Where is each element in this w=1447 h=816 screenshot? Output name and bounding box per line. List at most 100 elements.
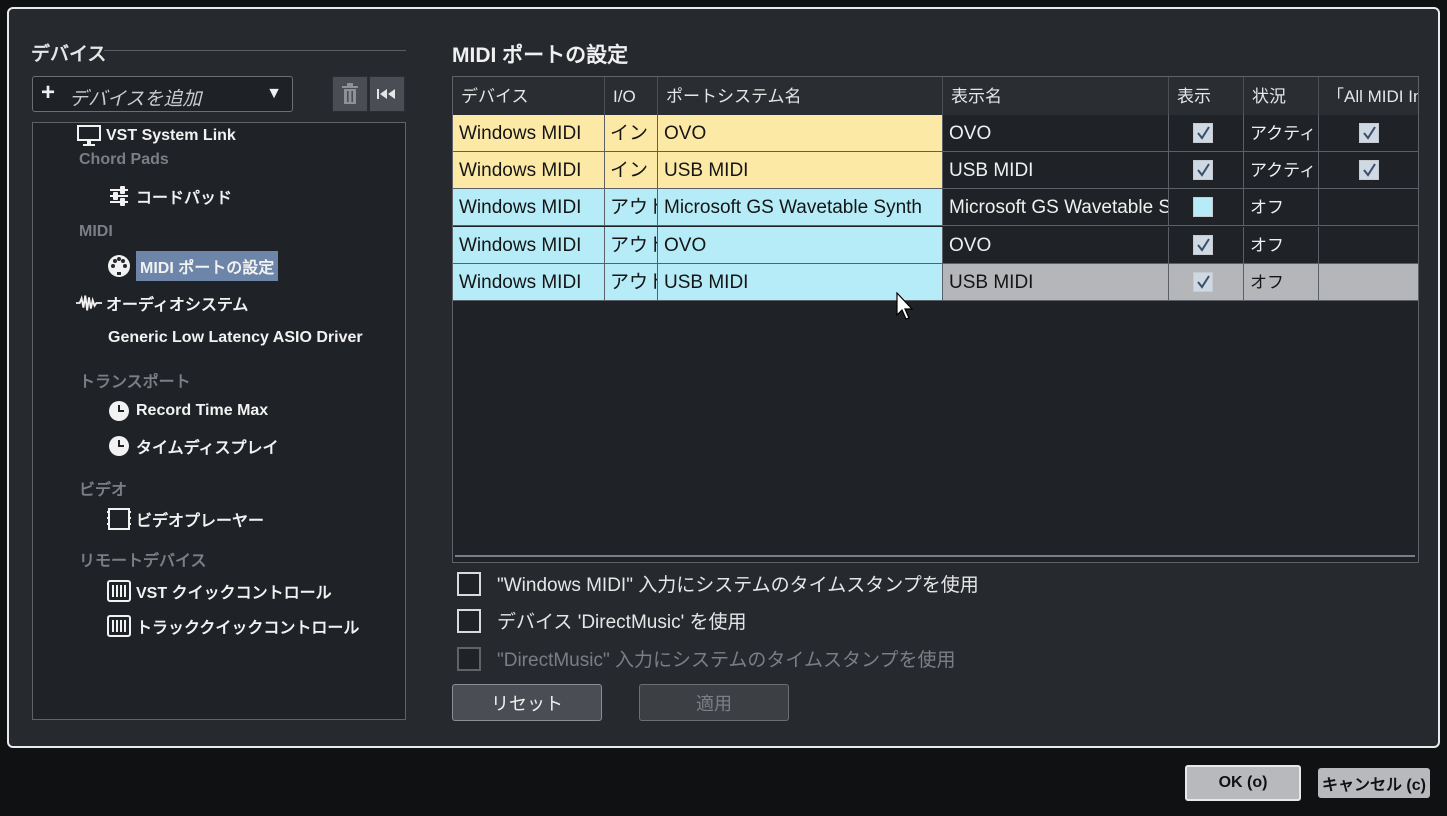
tree-item-label: VST クイックコントロール bbox=[136, 585, 332, 602]
dropdown-arrow-icon: ▼ bbox=[266, 85, 282, 102]
tree-item-label: Generic Low Latency ASIO Driver bbox=[108, 329, 363, 346]
delete-device-button[interactable] bbox=[332, 76, 368, 112]
rewind-icon bbox=[377, 89, 395, 99]
cell-visible bbox=[1169, 189, 1244, 226]
cell-all-midi bbox=[1319, 115, 1418, 152]
add-device-dropdown[interactable]: + デバイスを追加 ▼ bbox=[32, 76, 293, 112]
tree-item-label: トラッククイックコントロール bbox=[136, 620, 360, 637]
ok-button[interactable]: OK (o) bbox=[1185, 765, 1301, 801]
cell-port[interactable]: OVO bbox=[658, 115, 943, 152]
waveform-icon bbox=[76, 291, 102, 315]
option-checkbox[interactable] bbox=[457, 571, 481, 596]
preferences-dialog: デバイス + デバイスを追加 ▼ Chord Pads コードパッド MIDI MID… bbox=[7, 7, 1440, 748]
visible-checkbox[interactable] bbox=[1193, 272, 1213, 292]
cell-status: アクティブ bbox=[1244, 152, 1319, 189]
cell-io[interactable]: イン bbox=[605, 152, 658, 189]
column-header[interactable]: 状況 bbox=[1244, 77, 1319, 115]
cell-display[interactable]: USB MIDI bbox=[943, 152, 1169, 189]
tree-category: ビデオ bbox=[79, 482, 128, 499]
cell-visible bbox=[1169, 264, 1244, 301]
cell-device[interactable]: Windows MIDI bbox=[453, 152, 605, 189]
cell-io[interactable]: アウト bbox=[605, 189, 658, 226]
apply-button[interactable]: 適用 bbox=[639, 684, 789, 721]
devices-section-title: デバイス bbox=[31, 44, 107, 65]
ok-label: OK (o) bbox=[1218, 774, 1268, 791]
table-row[interactable]: Windows MIDIインUSB MIDIUSB MIDIアクティブ bbox=[453, 152, 1418, 189]
column-header[interactable]: デバイス bbox=[453, 77, 605, 115]
visible-checkbox[interactable] bbox=[1193, 160, 1213, 180]
device-tree: Chord Pads コードパッド MIDI MIDI ポートの設定オーディオシステム… bbox=[32, 122, 406, 720]
option-checkbox-row[interactable]: デバイス 'DirectMusic' を使用 bbox=[457, 607, 746, 634]
table-row[interactable]: Windows MIDIアウトOVOOVOオフ bbox=[453, 227, 1418, 264]
check-icon bbox=[1197, 275, 1210, 289]
column-header[interactable]: 表示 bbox=[1169, 77, 1244, 115]
cell-port[interactable]: OVO bbox=[658, 227, 943, 264]
column-header[interactable]: I/O bbox=[605, 77, 658, 115]
table-header: デバイス I/O ポートシステム名 表示名 表示 状況 「All MIDI In bbox=[453, 77, 1418, 115]
table-row[interactable]: Windows MIDIアウトUSB MIDIUSB MIDIオフ bbox=[453, 264, 1418, 301]
cell-display[interactable]: OVO bbox=[943, 227, 1169, 264]
cell-io[interactable]: イン bbox=[605, 115, 658, 152]
cell-status: オフ bbox=[1244, 189, 1319, 226]
option-checkbox[interactable] bbox=[457, 608, 481, 633]
tree-item[interactable]: ビデオプレーヤー bbox=[106, 506, 264, 532]
cell-device[interactable]: Windows MIDI bbox=[453, 115, 605, 152]
table-row[interactable]: Windows MIDIアウトMicrosoft GS Wavetable Sy… bbox=[453, 189, 1418, 226]
tree-item[interactable]: VST System Link bbox=[76, 123, 236, 149]
cell-device[interactable]: Windows MIDI bbox=[453, 227, 605, 264]
tree-item[interactable]: トラッククイックコントロール bbox=[106, 613, 359, 639]
cancel-button[interactable]: キャンセル (c) bbox=[1318, 768, 1430, 798]
tree-item[interactable]: MIDI ポートの設定 bbox=[106, 251, 279, 281]
option-checkbox-row[interactable]: "Windows MIDI" 入力にシステムのタイムスタンプを使用 bbox=[457, 570, 979, 597]
tree-item[interactable]: Record Time Max bbox=[106, 398, 268, 424]
option-checkbox[interactable] bbox=[457, 646, 481, 671]
column-header[interactable]: 「All MIDI In bbox=[1319, 77, 1418, 115]
all-midi-checkbox[interactable] bbox=[1359, 160, 1379, 180]
column-header[interactable]: ポートシステム名 bbox=[658, 77, 943, 115]
cell-device[interactable]: Windows MIDI bbox=[453, 189, 605, 226]
tree-category: Chord Pads bbox=[79, 151, 169, 168]
column-header[interactable]: 表示名 bbox=[943, 77, 1169, 115]
cell-port[interactable]: USB MIDI bbox=[658, 152, 943, 189]
table-scrollbar[interactable] bbox=[455, 555, 1415, 557]
cell-display[interactable]: USB MIDI bbox=[943, 264, 1169, 301]
clock-icon bbox=[106, 434, 132, 458]
page-title: MIDI ポートの設定 bbox=[452, 44, 629, 67]
table-row[interactable]: Windows MIDIインOVOOVOアクティブ bbox=[453, 115, 1418, 152]
cell-port[interactable]: Microsoft GS Wavetable Synth bbox=[658, 189, 943, 226]
cell-io[interactable]: アウト bbox=[605, 227, 658, 264]
cell-display[interactable]: OVO bbox=[943, 115, 1169, 152]
midi-port-icon bbox=[106, 254, 132, 278]
cell-visible bbox=[1169, 152, 1244, 189]
tree-item[interactable]: VST クイックコントロール bbox=[106, 578, 332, 604]
visible-checkbox[interactable] bbox=[1193, 235, 1213, 255]
section-divider bbox=[104, 50, 406, 51]
add-device-label: デバイスを追加 bbox=[69, 89, 202, 110]
cell-all-midi bbox=[1319, 264, 1418, 301]
tree-item[interactable]: Generic Low Latency ASIO Driver bbox=[108, 325, 363, 351]
cell-device[interactable]: Windows MIDI bbox=[453, 264, 605, 301]
tree-item[interactable]: オーディオシステム bbox=[76, 290, 248, 316]
visible-checkbox[interactable] bbox=[1193, 123, 1213, 143]
reset-device-button[interactable] bbox=[369, 76, 405, 112]
cell-io[interactable]: アウト bbox=[605, 264, 658, 301]
tree-category: MIDI bbox=[79, 223, 113, 240]
tree-item[interactable]: コードパッド bbox=[106, 183, 232, 209]
check-icon bbox=[1197, 163, 1210, 177]
keyboard-icon bbox=[106, 614, 132, 638]
tree-category: リモートデバイス bbox=[79, 553, 207, 570]
option-label: "Windows MIDI" 入力にシステムのタイムスタンプを使用 bbox=[497, 575, 979, 596]
film-icon bbox=[106, 507, 132, 531]
option-checkbox-row[interactable]: "DirectMusic" 入力にシステムのタイムスタンプを使用 bbox=[457, 645, 955, 672]
cell-display[interactable]: Microsoft GS Wavetable Synth bbox=[943, 189, 1169, 226]
trash-icon bbox=[342, 83, 358, 104]
cell-visible bbox=[1169, 227, 1244, 264]
tree-item-label: Record Time Max bbox=[136, 402, 269, 419]
visible-checkbox[interactable] bbox=[1193, 197, 1213, 217]
check-icon bbox=[1197, 126, 1210, 140]
tree-item[interactable]: タイムディスプレイ bbox=[106, 433, 279, 459]
plus-icon: + bbox=[41, 79, 56, 106]
reset-button[interactable]: リセット bbox=[452, 684, 602, 721]
option-label: "DirectMusic" 入力にシステムのタイムスタンプを使用 bbox=[497, 650, 956, 671]
all-midi-checkbox[interactable] bbox=[1359, 123, 1379, 143]
